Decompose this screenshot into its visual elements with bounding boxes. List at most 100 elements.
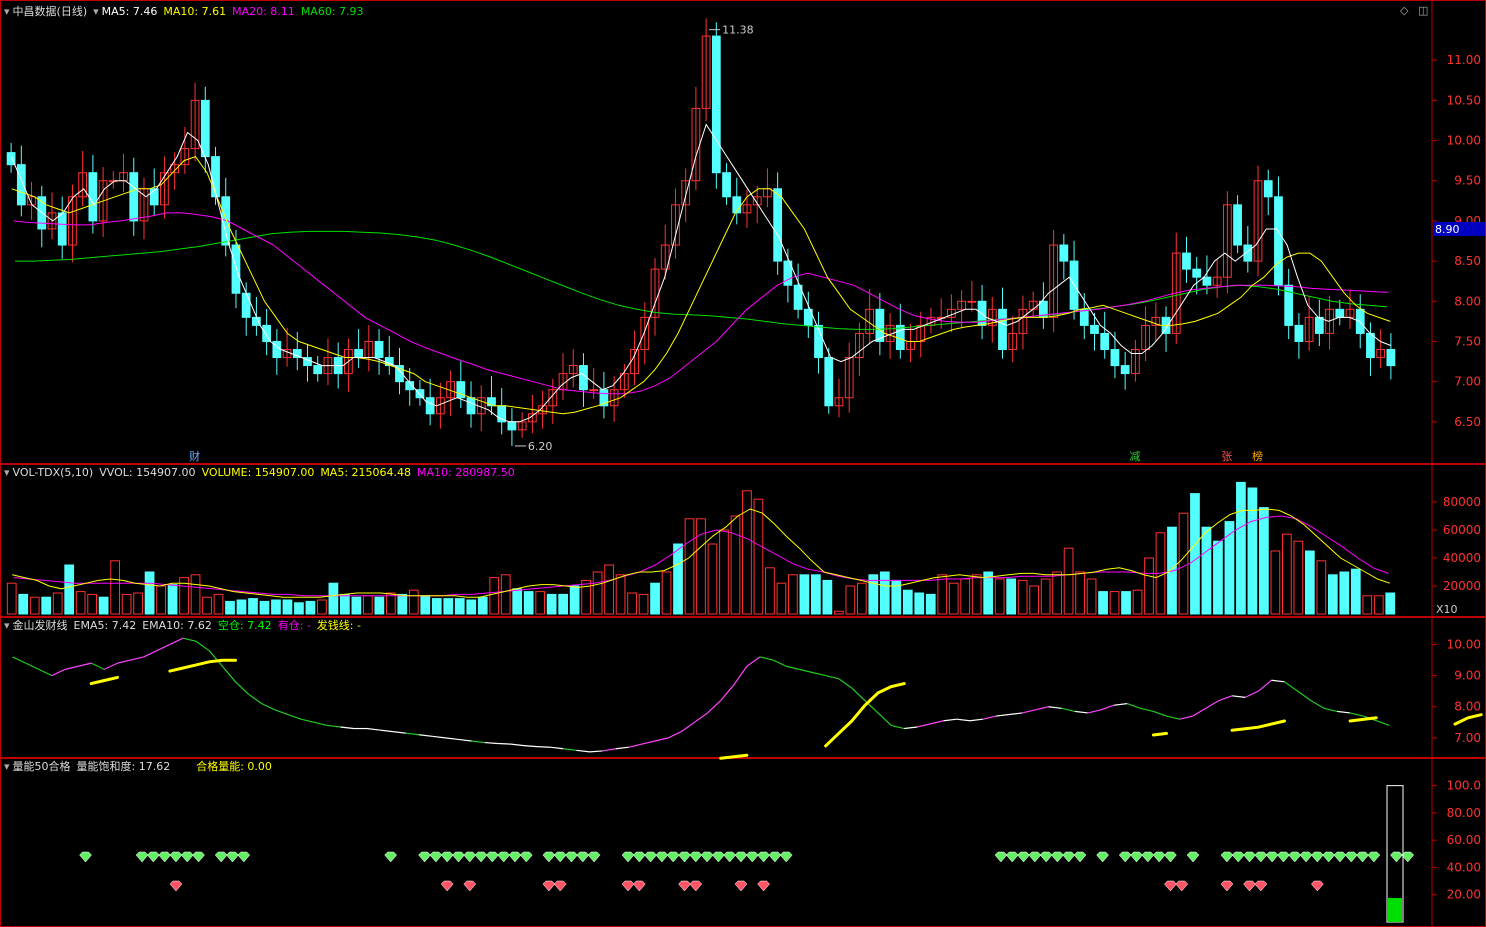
- candle-body: [1090, 324, 1099, 334]
- ema5-segment: [1271, 679, 1285, 683]
- candle: [1304, 295, 1314, 351]
- volume-bar: [121, 593, 132, 615]
- ema5-segment: [497, 742, 511, 745]
- volume-bar: [535, 591, 546, 615]
- volume-bar: [305, 600, 316, 615]
- volume-bar: [374, 596, 385, 615]
- candle: [1386, 333, 1396, 380]
- candle: [844, 342, 854, 413]
- candle: [344, 338, 353, 392]
- volume-bar: [236, 599, 247, 615]
- volume-bar: [512, 588, 523, 615]
- dropdown-triangle-icon[interactable]: ▾: [4, 760, 10, 773]
- green-gem-icon: [1164, 851, 1177, 863]
- candle: [211, 146, 220, 205]
- volume-bar: [902, 589, 913, 615]
- candle: [37, 185, 47, 248]
- window-toggle-icon[interactable]: ◫: [1418, 4, 1428, 17]
- volume-bar: [1144, 557, 1154, 615]
- green-gem-icon: [1152, 851, 1166, 863]
- green-gem-icon: [418, 851, 431, 863]
- volume-bar: [133, 592, 143, 615]
- volume-bar: [1178, 512, 1189, 615]
- volume-bar: [1236, 481, 1246, 615]
- volume-bar: [1190, 493, 1200, 615]
- faqian-line-segment: [89, 675, 119, 686]
- candle: [763, 168, 772, 208]
- golden-line-chart[interactable]: [12, 637, 1486, 760]
- volume-bar: [719, 529, 729, 615]
- volume-bar: [1362, 595, 1373, 615]
- candlestick-chart[interactable]: 11.38 6.20 财 减 张 榜: [6, 18, 1396, 463]
- volume-bar: [845, 585, 856, 615]
- volume-bar: [937, 574, 948, 615]
- candle: [139, 177, 149, 240]
- ema5-segment: [143, 650, 158, 658]
- diamond-icon[interactable]: ◇: [1400, 4, 1408, 17]
- vol-title[interactable]: VOL-TDX(5,10): [13, 466, 94, 479]
- volume-bar: [546, 593, 557, 615]
- dropdown-triangle-icon[interactable]: ▾: [93, 5, 99, 18]
- green-gem-icon: [1073, 851, 1087, 863]
- volume-chart[interactable]: X10: [6, 481, 1458, 616]
- ema5-segment: [956, 718, 970, 722]
- axis-tick-label: 7.00: [1454, 375, 1481, 389]
- volume-bar: [1109, 591, 1120, 615]
- volume-bar: [294, 602, 304, 615]
- ema5-segment: [851, 687, 866, 701]
- candle-body: [129, 172, 139, 222]
- volume-bar: [362, 595, 373, 615]
- ema5-segment: [1153, 710, 1167, 717]
- energy-header: ▾ 量能50合格 量能饱和度: 17.62 合格量能: 0.00: [4, 760, 278, 774]
- ema5-segment: [877, 712, 892, 726]
- volume-bar: [167, 584, 178, 615]
- axis-tick-label: 8.50: [1454, 254, 1481, 268]
- candle: [1130, 339, 1140, 382]
- stock-title[interactable]: 中昌数据(日线): [13, 5, 88, 18]
- green-gem-icon: [576, 851, 590, 863]
- faqian-line-segment: [1453, 713, 1483, 726]
- volume-bar: [1213, 540, 1223, 615]
- ema5-segment: [471, 740, 485, 744]
- volume-bar: [1006, 578, 1017, 615]
- volume-bar: [340, 593, 350, 615]
- ema5-segment: [117, 659, 131, 664]
- volume-bar: [730, 515, 741, 615]
- candle-body: [313, 365, 323, 375]
- ema5-segment: [484, 741, 498, 745]
- dropdown-triangle-icon[interactable]: ▾: [4, 466, 10, 479]
- candle-body: [875, 308, 885, 342]
- ema5-segment: [90, 662, 105, 670]
- ema5-segment: [366, 727, 380, 731]
- candle: [1018, 295, 1028, 350]
- green-gem-icon: [79, 851, 92, 863]
- candle-body: [149, 188, 159, 206]
- candle: [292, 331, 302, 371]
- axis-tick-label: 20.00: [1447, 888, 1481, 902]
- volume-bar: [477, 596, 488, 615]
- ema5-segment: [772, 659, 787, 667]
- energy-chart[interactable]: [79, 785, 1415, 923]
- dropdown-triangle-icon[interactable]: ▾: [4, 5, 10, 18]
- ema5-segment: [392, 731, 407, 734]
- dropdown-triangle-icon[interactable]: ▾: [4, 619, 10, 632]
- green-gem-icon: [497, 851, 511, 863]
- volume-bar: [1075, 571, 1085, 615]
- stock-chart-canvas: 11.38 6.20 财 减 张 榜 X10 11.00 10.50 10.00 9.50 9.0…: [0, 0, 1486, 927]
- volume-bar: [1316, 560, 1327, 615]
- candle: [742, 189, 752, 228]
- gold-title[interactable]: 金山发财线: [13, 619, 68, 632]
- green-gem-icon: [1344, 851, 1358, 863]
- volume-bar: [811, 574, 821, 615]
- green-gem-icon: [1299, 851, 1313, 863]
- energy-title[interactable]: 量能50合格: [13, 760, 71, 773]
- green-gem-icon: [440, 851, 454, 863]
- candle-body: [1314, 316, 1324, 334]
- candle: [27, 181, 36, 220]
- axis-tick-label: 6.50: [1454, 415, 1481, 429]
- volume-bar: [960, 578, 971, 615]
- candle: [1090, 313, 1099, 351]
- ema5-segment: [182, 637, 197, 642]
- red-gem-icon: [1311, 880, 1324, 892]
- candle: [1059, 234, 1069, 280]
